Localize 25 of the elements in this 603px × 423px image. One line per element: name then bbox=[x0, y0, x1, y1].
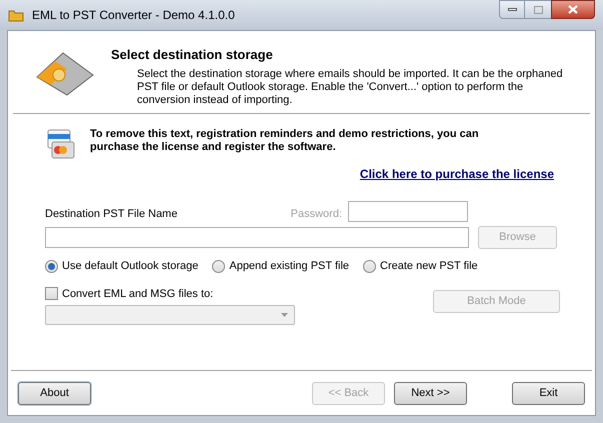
dropdown-arrow-icon bbox=[281, 313, 288, 317]
header-description: Select the destination storage where emails should be imported. It can be the orphaned PST file or default Outlook storage. Enable the 'Convert...' option to perform the conversion instead of importing. bbox=[137, 68, 564, 106]
close-button[interactable] bbox=[551, 0, 595, 19]
destination-label: Destination PST File Name bbox=[45, 206, 178, 222]
destination-file-field[interactable] bbox=[45, 227, 469, 248]
exit-button[interactable]: Exit bbox=[512, 382, 585, 404]
purchase-license-link[interactable]: Click here to purchase the license bbox=[360, 165, 554, 183]
window-title: EML to PST Converter - Demo 4.1.0.0 bbox=[32, 7, 235, 24]
about-button[interactable]: About bbox=[18, 382, 91, 404]
credit-card-icon bbox=[46, 128, 76, 160]
registration-notice: To remove this text, registration reminders and demo restrictions, you can purchase the license and register the software. bbox=[90, 128, 480, 155]
radio-button[interactable] bbox=[212, 260, 226, 273]
next-button[interactable]: Next >> bbox=[394, 382, 467, 404]
password-label: Password: bbox=[290, 206, 342, 222]
checkbox-label: Convert EML and MSG files to: bbox=[62, 286, 214, 302]
minimize-button[interactable] bbox=[499, 0, 525, 19]
close-icon bbox=[568, 5, 578, 14]
radio-label: Use default Outlook storage bbox=[62, 259, 198, 274]
header-title: Select destination storage bbox=[111, 46, 274, 64]
checkbox[interactable] bbox=[45, 287, 58, 300]
radio-label: Append existing PST file bbox=[229, 259, 350, 274]
radio-button[interactable] bbox=[363, 260, 376, 273]
radio-label: Create new PST file bbox=[380, 259, 478, 274]
radio-button[interactable] bbox=[45, 260, 58, 273]
folder-icon bbox=[8, 8, 24, 22]
